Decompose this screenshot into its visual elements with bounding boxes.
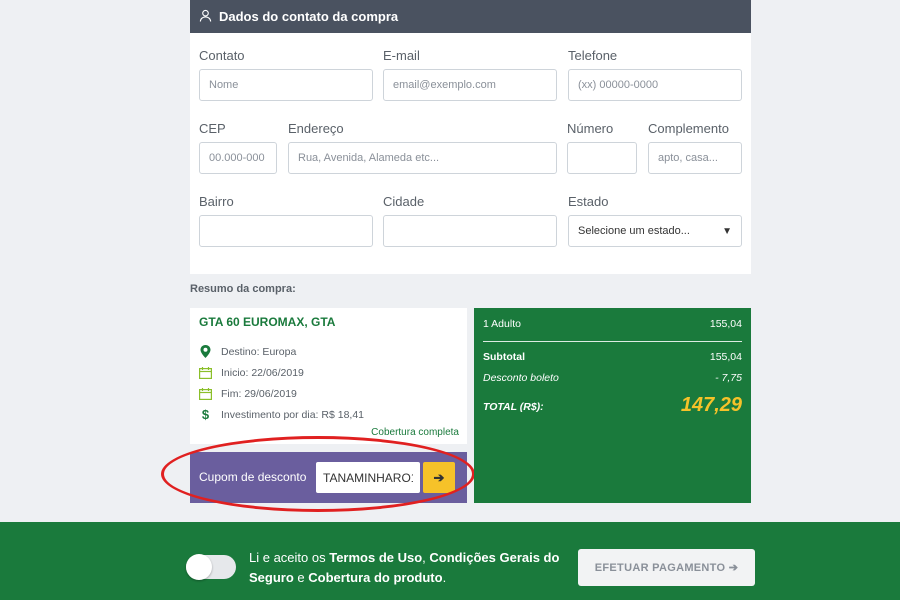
contact-header: Dados do contato da compra xyxy=(190,0,751,33)
product-name: GTA 60 EUROMAX, GTA xyxy=(199,315,336,329)
product-coverage-link[interactable]: Cobertura do produto xyxy=(308,570,442,585)
telefone-input[interactable] xyxy=(568,69,742,101)
terms-prefix: Li e aceito os xyxy=(249,550,330,565)
complemento-label: Complemento xyxy=(648,121,729,136)
complemento-input[interactable] xyxy=(648,142,742,174)
apply-coupon-button[interactable]: ➔ xyxy=(423,462,455,493)
coupon-input[interactable] xyxy=(316,462,420,493)
terms-sep: e xyxy=(293,570,309,585)
terms-toggle-knob[interactable] xyxy=(186,554,212,580)
product-card: GTA 60 EUROMAX, GTA Destino: Europa Inic… xyxy=(190,308,467,444)
destino-row: Destino: Europa xyxy=(199,345,296,358)
user-icon xyxy=(199,9,212,25)
calendar-icon xyxy=(199,387,212,400)
contato-label: Contato xyxy=(199,48,245,63)
email-input[interactable] xyxy=(383,69,557,101)
summary-title: Resumo da compra: xyxy=(190,283,296,295)
calendar-icon xyxy=(199,366,212,379)
inicio-text: Inicio: 22/06/2019 xyxy=(221,366,304,379)
pay-button[interactable]: EFETUAR PAGAMENTO ➔ xyxy=(578,549,755,586)
cidade-input[interactable] xyxy=(383,215,557,247)
terms-text: Li e aceito os Termos de Uso, Condições … xyxy=(249,548,569,588)
investimento-text: Investimento por dia: R$ 18,41 xyxy=(221,408,365,421)
map-pin-icon xyxy=(199,345,212,358)
estado-select-value: Selecione um estado... xyxy=(578,225,690,237)
cep-input[interactable] xyxy=(199,142,277,174)
fim-row: Fim: 29/06/2019 xyxy=(199,387,297,400)
coverage-link[interactable]: Cobertura completa xyxy=(371,427,459,438)
cep-label: CEP xyxy=(199,121,226,136)
adult-label: 1 Adulto xyxy=(483,318,521,330)
numero-input[interactable] xyxy=(567,142,637,174)
caret-down-icon: ▼ xyxy=(722,225,732,237)
contact-header-title: Dados do contato da compra xyxy=(219,9,399,24)
estado-label: Estado xyxy=(568,194,609,209)
subtotal-value: 155,04 xyxy=(709,351,742,363)
total-label: TOTAL (R$): xyxy=(483,401,544,413)
cidade-label: Cidade xyxy=(383,194,425,209)
arrow-right-icon: ➔ xyxy=(433,469,445,485)
terms-suffix: . xyxy=(442,570,447,585)
subtotal-label: Subtotal xyxy=(483,351,525,363)
endereco-input[interactable] xyxy=(288,142,557,174)
fim-text: Fim: 29/06/2019 xyxy=(221,387,297,400)
destino-text: Destino: Europa xyxy=(221,345,297,358)
coupon-label: Cupom de desconto xyxy=(199,470,307,484)
discount-row: Desconto boleto - 7,75 xyxy=(483,372,742,384)
endereco-label: Endereço xyxy=(288,121,344,136)
adult-value: 155,04 xyxy=(709,318,742,330)
adult-row: 1 Adulto 155,04 xyxy=(483,318,742,330)
inicio-row: Inicio: 22/06/2019 xyxy=(199,366,304,379)
subtotal-row: Subtotal 155,04 xyxy=(483,351,742,363)
totals-card: 1 Adulto 155,04 Subtotal 155,04 Desconto… xyxy=(474,308,751,503)
email-label: E-mail xyxy=(383,48,420,63)
terms-of-use-link[interactable]: Termos de Uso xyxy=(329,550,422,565)
estado-select[interactable]: Selecione um estado... ▼ xyxy=(568,215,742,247)
dollar-icon: $ xyxy=(201,407,210,422)
totals-divider xyxy=(483,341,742,342)
coupon-bar: Cupom de desconto ➔ xyxy=(190,452,467,503)
numero-label: Número xyxy=(567,121,614,136)
investimento-row: $ Investimento por dia: R$ 18,41 xyxy=(199,407,365,422)
contato-input[interactable] xyxy=(199,69,373,101)
bairro-input[interactable] xyxy=(199,215,373,247)
total-value: 147,29 xyxy=(680,394,742,416)
discount-value: - 7,75 xyxy=(715,372,742,384)
bairro-label: Bairro xyxy=(199,194,234,209)
discount-label: Desconto boleto xyxy=(483,372,559,384)
telefone-label: Telefone xyxy=(568,48,618,63)
